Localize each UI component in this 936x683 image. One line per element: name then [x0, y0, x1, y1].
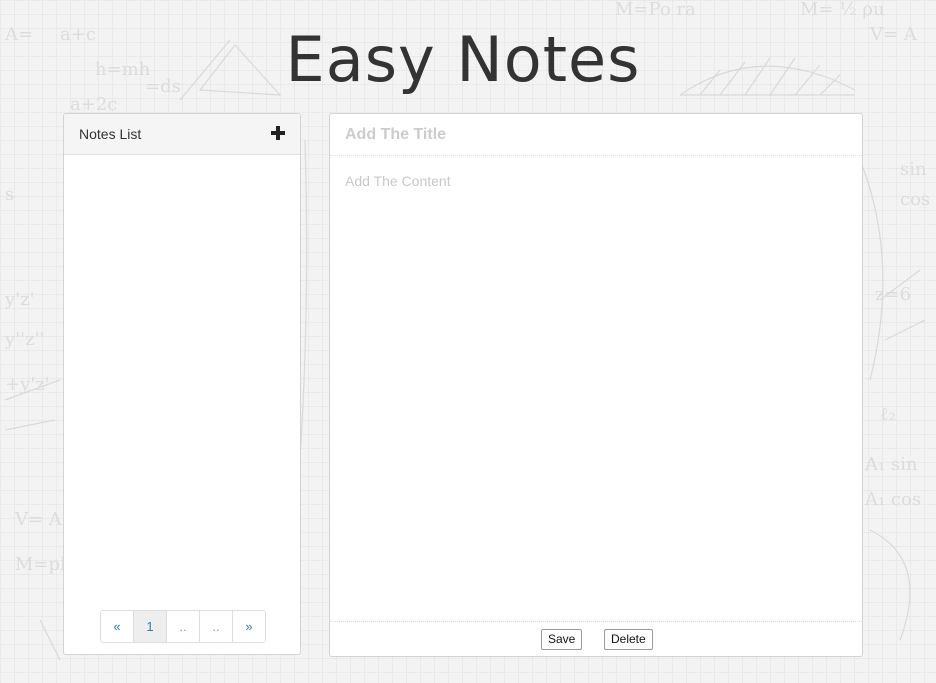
- pagination-prev[interactable]: «: [101, 611, 133, 642]
- svg-text:V= A: V= A: [14, 509, 63, 530]
- note-content-input[interactable]: [330, 170, 862, 620]
- pagination-page-ellipsis[interactable]: ..: [166, 611, 199, 642]
- notes-list-panel: Notes List « 1 .. .. »: [63, 113, 301, 655]
- svg-text:A₁ cos: A₁ cos: [864, 489, 921, 510]
- notes-list-title: Notes List: [79, 126, 142, 142]
- note-editor-panel: Save Delete: [329, 113, 863, 657]
- svg-text:M=Po ra: M=Po ra: [615, 0, 696, 20]
- svg-text:s: s: [5, 184, 14, 205]
- plus-icon: [271, 126, 285, 140]
- svg-text:y''z'': y''z'': [4, 329, 44, 350]
- add-note-button[interactable]: [270, 123, 286, 143]
- svg-text:M=pl: M=pl: [15, 554, 66, 575]
- editor-footer: Save Delete: [330, 621, 862, 657]
- pagination-next[interactable]: »: [232, 611, 265, 642]
- delete-button[interactable]: Delete: [604, 629, 653, 650]
- pagination: « 1 .. .. »: [100, 610, 266, 643]
- note-title-input[interactable]: [330, 114, 862, 156]
- notes-list-header: Notes List: [64, 114, 300, 155]
- app-title: Easy Notes: [285, 23, 641, 96]
- svg-text:cos: cos: [900, 189, 930, 210]
- svg-text:y'z': y'z': [4, 289, 35, 310]
- save-button[interactable]: Save: [541, 629, 583, 650]
- pagination-page-ellipsis[interactable]: ..: [199, 611, 232, 642]
- svg-text:ℓ₂: ℓ₂: [880, 404, 896, 425]
- pagination-page-1[interactable]: 1: [133, 611, 166, 642]
- svg-text:+y'z': +y'z': [5, 374, 50, 395]
- svg-text:A₁ sin: A₁ sin: [864, 454, 918, 475]
- svg-text:M= ½ ρu: M= ½ ρu: [800, 0, 885, 20]
- svg-text:sin: sin: [900, 159, 927, 180]
- svg-text:z=6: z=6: [875, 284, 911, 305]
- notes-list: [64, 155, 300, 605]
